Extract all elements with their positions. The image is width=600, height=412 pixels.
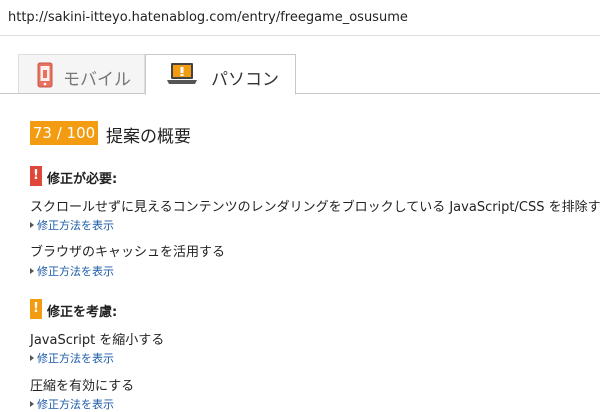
tab-mobile[interactable]: モバイル xyxy=(18,54,145,94)
tab-desktop-label: パソコン xyxy=(211,70,279,90)
page-title: 提案の概要 xyxy=(106,127,191,147)
tab-mobile-label: モバイル xyxy=(63,70,131,90)
show-fix-link[interactable]: 修正方法を表示 xyxy=(30,350,114,366)
expand-triangle-icon xyxy=(30,222,34,228)
suggestions-panel: 73 / 100 提案の概要 ! 修正が必要: スクロールせずに見えるコンテンツ… xyxy=(0,95,600,412)
rule-render-blocking: スクロールせずに見えるコンテンツのレンダリングをブロックしている JavaScr… xyxy=(30,200,600,215)
address-bar[interactable]: http://sakini-itteyo.hatenablog.com/entr… xyxy=(0,0,600,36)
expand-triangle-icon xyxy=(30,401,34,407)
device-tabs: モバイル パソコン xyxy=(0,36,600,95)
must-fix-heading: 修正が必要: xyxy=(47,172,118,187)
rule-enable-compression: 圧縮を有効にする xyxy=(30,379,135,394)
show-fix-link[interactable]: 修正方法を表示 xyxy=(30,217,114,233)
expand-triangle-icon xyxy=(30,355,34,361)
must-fix-flag-icon: ! xyxy=(30,166,42,186)
consider-fix-heading: 修正を考慮: xyxy=(47,305,118,320)
rule-minify-javascript: JavaScript を縮小する xyxy=(30,333,165,348)
tabs-divider xyxy=(0,93,600,94)
tab-desktop[interactable]: パソコン xyxy=(145,54,296,95)
show-fix-link[interactable]: 修正方法を表示 xyxy=(30,263,114,279)
show-fix-link[interactable]: 修正方法を表示 xyxy=(30,396,114,412)
expand-triangle-icon xyxy=(30,268,34,274)
laptop-icon xyxy=(166,62,198,90)
url-text: http://sakini-itteyo.hatenablog.com/entr… xyxy=(8,10,408,25)
rule-browser-caching: ブラウザのキャッシュを活用する xyxy=(30,245,226,260)
consider-fix-flag-icon: ! xyxy=(30,299,42,319)
score-badge: 73 / 100 xyxy=(30,121,98,145)
mobile-phone-icon xyxy=(37,62,53,92)
